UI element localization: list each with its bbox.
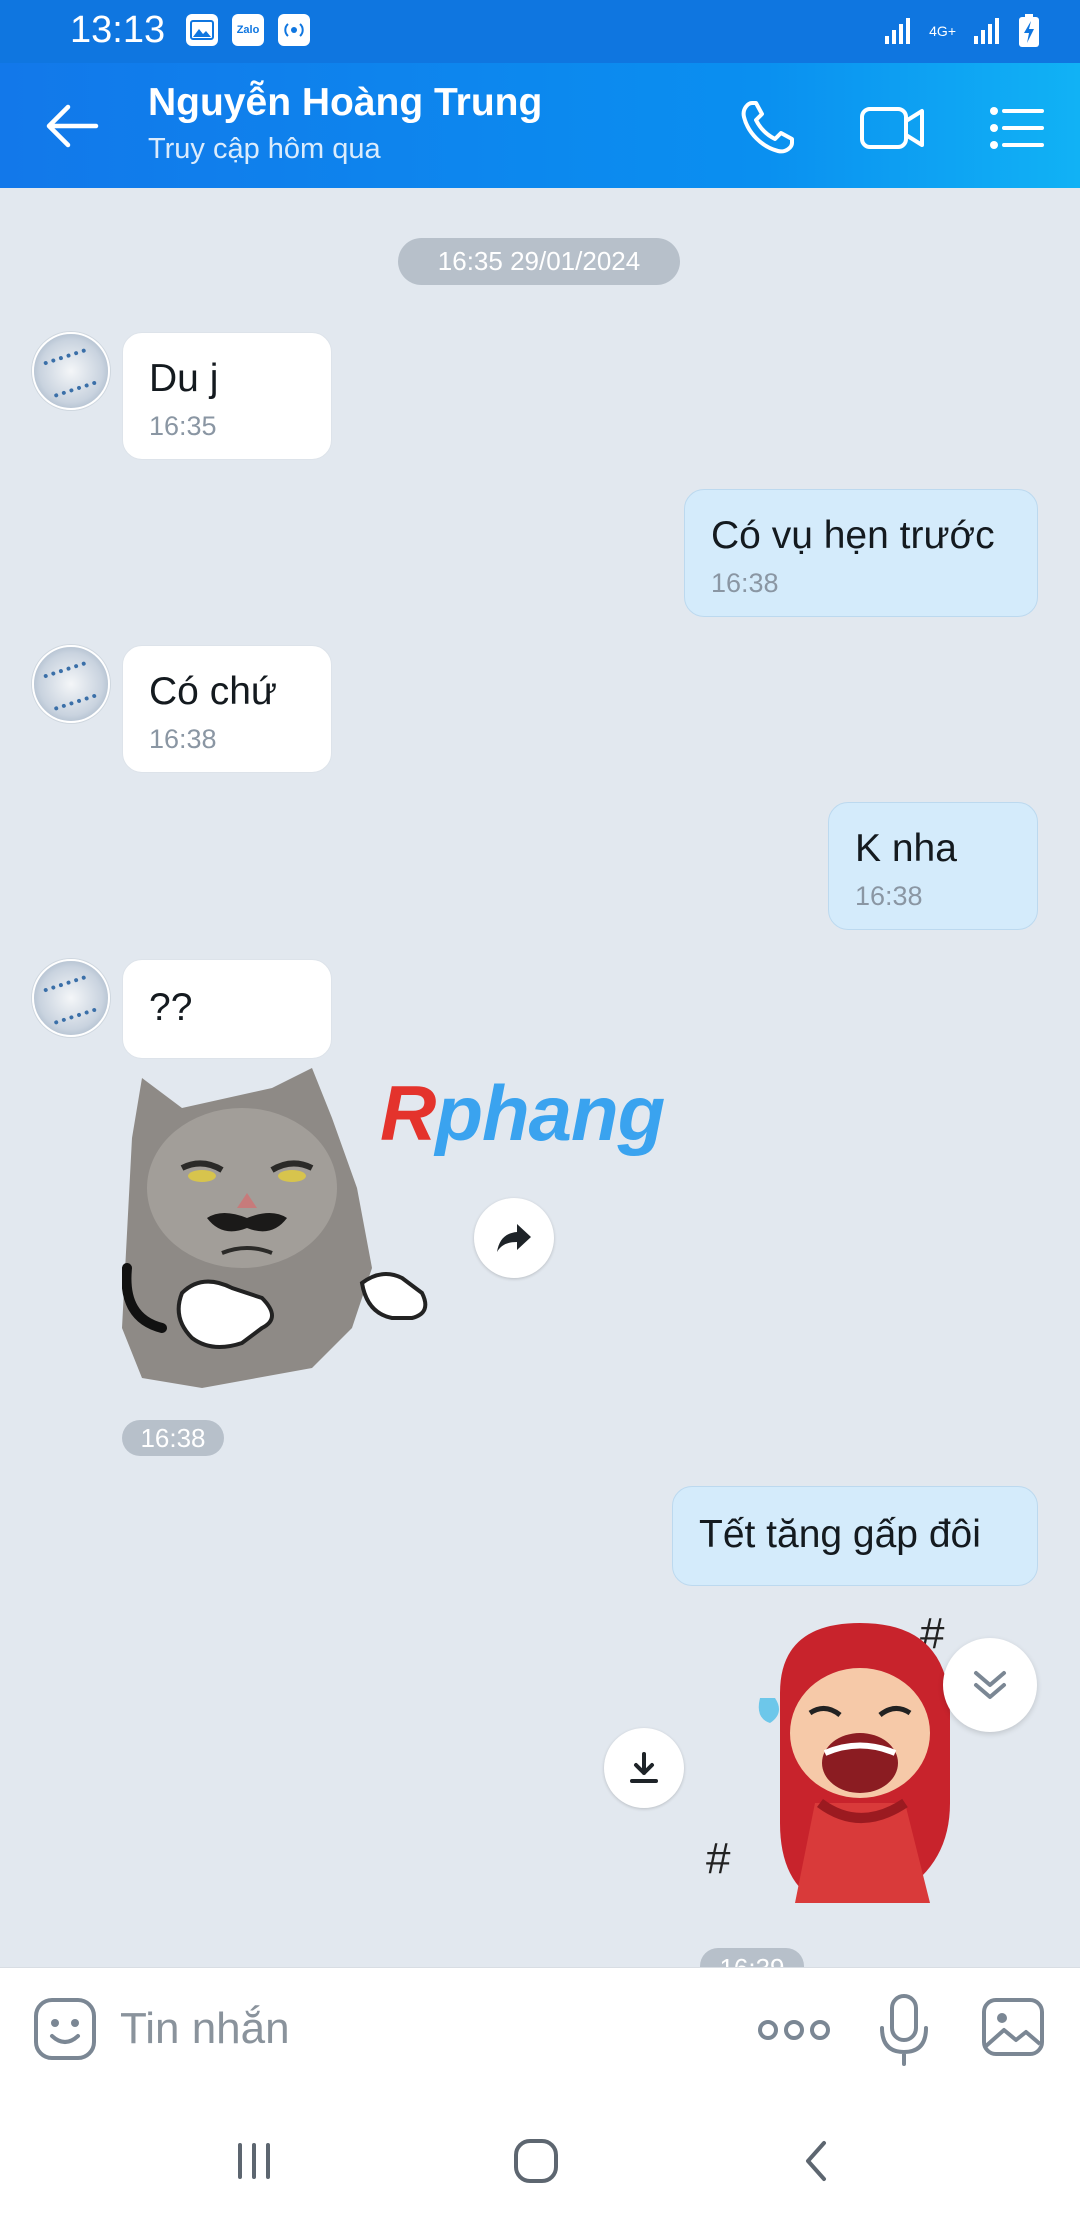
menu-list-icon[interactable]	[988, 97, 1046, 159]
signal-icon-2	[974, 18, 999, 44]
hotspot-icon	[278, 14, 310, 46]
network-type: 4G+	[929, 23, 956, 39]
system-back-icon[interactable]	[788, 2131, 848, 2191]
scroll-to-bottom-button[interactable]	[943, 1638, 1037, 1732]
back-arrow-icon[interactable]	[44, 101, 100, 151]
gallery-notification-icon	[186, 14, 218, 46]
gallery-icon[interactable]	[980, 1994, 1046, 2060]
message-input[interactable]: Tin nhắn	[120, 2004, 290, 2054]
watermark: Rphang	[380, 1069, 665, 1157]
avatar[interactable]	[32, 645, 110, 723]
svg-text:#: #	[706, 1834, 731, 1883]
system-navigation-bar	[0, 2095, 1080, 2220]
chat-header: Nguyễn Hoàng Trung Truy cập hôm qua	[0, 63, 1080, 188]
double-chevron-down-icon	[974, 1671, 1006, 1699]
message-text: Có chứ	[149, 670, 277, 713]
share-sticker-button[interactable]	[474, 1198, 554, 1278]
sticker-time: 16:39	[700, 1948, 804, 1968]
download-sticker-button[interactable]	[604, 1728, 684, 1808]
message-time: 16:35	[149, 411, 217, 441]
message-text: K nha	[855, 827, 957, 870]
status-bar: 13:13 Zalo 4G+	[0, 0, 1080, 63]
message-time: 16:38	[711, 568, 779, 598]
forward-arrow-icon	[497, 1224, 531, 1252]
avatar[interactable]	[32, 959, 110, 1037]
home-icon[interactable]	[506, 2131, 566, 2191]
battery-charging-icon	[1019, 14, 1039, 47]
message-text: Có vụ hẹn trước	[711, 514, 995, 557]
system-indicators: 4G+	[883, 14, 1040, 48]
message-bubble-outgoing[interactable]: Có vụ hẹn trước 16:38	[684, 489, 1038, 617]
video-call-icon[interactable]	[858, 97, 928, 159]
signal-icon	[885, 18, 911, 44]
message-bubble-incoming[interactable]: Có chứ 16:38	[122, 645, 332, 773]
notification-icons: Zalo	[186, 14, 310, 46]
date-separator: 16:35 29/01/2024	[398, 238, 680, 285]
recent-apps-icon[interactable]	[224, 2131, 284, 2191]
contact-name[interactable]: Nguyễn Hoàng Trung	[148, 81, 542, 125]
message-bubble-outgoing[interactable]: K nha 16:38	[828, 802, 1038, 930]
last-seen-status: Truy cập hôm qua	[148, 133, 381, 165]
more-options-icon[interactable]	[756, 2000, 832, 2060]
zalo-notification-icon: Zalo	[232, 14, 264, 46]
sticker-time: 16:38	[122, 1420, 224, 1456]
phone-icon[interactable]	[736, 97, 798, 159]
microphone-icon[interactable]	[876, 1992, 932, 2068]
avatar[interactable]	[32, 332, 110, 410]
message-time: 16:38	[855, 881, 923, 911]
message-input-bar: Tin nhắn	[0, 1967, 1080, 2096]
emoji-sticker-icon[interactable]	[32, 1996, 98, 2062]
message-bubble-incoming[interactable]: ??	[122, 959, 332, 1059]
message-text: Du j	[149, 357, 219, 400]
message-text: ??	[149, 986, 193, 1029]
message-bubble-outgoing[interactable]: Tết tăng gấp đôi	[672, 1486, 1038, 1586]
status-time: 13:13	[70, 9, 166, 51]
download-icon	[630, 1752, 658, 1783]
message-bubble-incoming[interactable]: Du j 16:35	[122, 332, 332, 460]
chat-messages-area[interactable]: 16:35 29/01/2024 Du j 16:35 Có vụ hẹn tr…	[0, 188, 1080, 1968]
message-text: Tết tăng gấp đôi	[699, 1513, 981, 1556]
message-time: 16:38	[149, 724, 217, 754]
